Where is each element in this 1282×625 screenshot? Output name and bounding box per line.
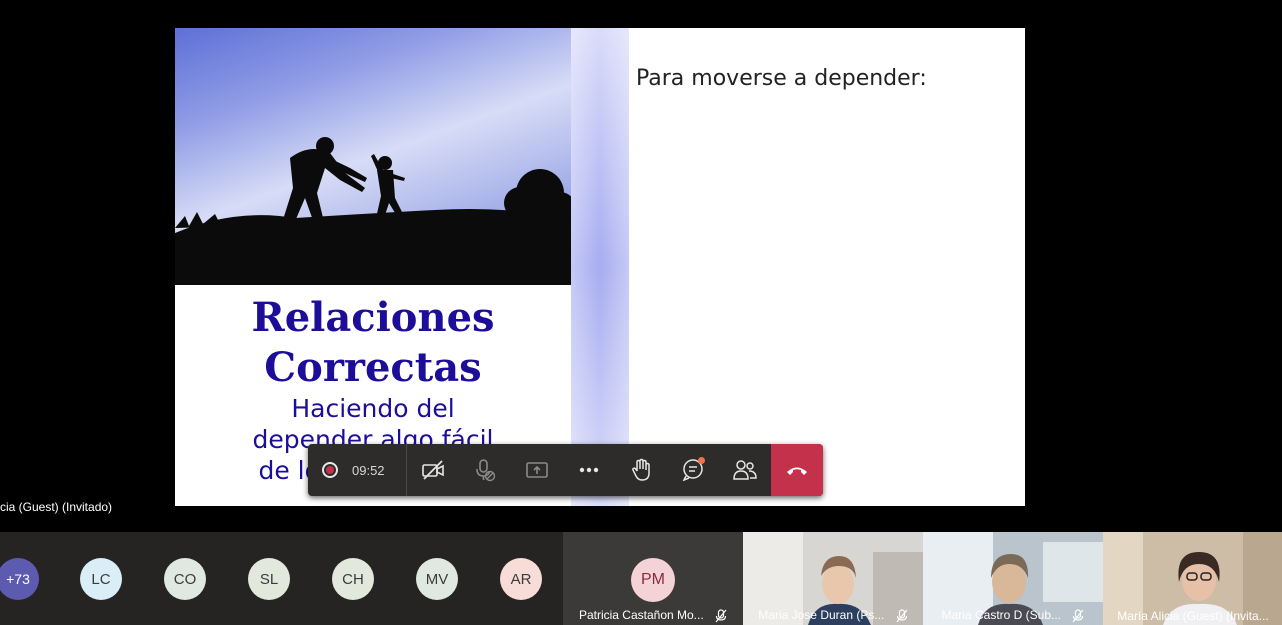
participant-tile-name-row: Maria Jose Duran (Ps... [743, 608, 923, 623]
more-actions-button[interactable] [563, 444, 615, 496]
mic-off-icon [896, 609, 908, 623]
slide-heading: Para moverse a depender: [636, 66, 927, 91]
timer-text: 09:52 [352, 462, 385, 478]
presenter-name-label: cia (Guest) (Invitado) [0, 500, 113, 514]
meeting-timer: 09:52 [308, 444, 407, 496]
raise-hand-button[interactable] [615, 444, 667, 496]
more-participants-button[interactable]: +73 [0, 558, 39, 600]
participant-avatar: PM [631, 558, 675, 602]
mic-off-icon [1072, 609, 1084, 623]
participant-tile-name-row: María Alicia (Guest) (Invita... [1103, 609, 1282, 623]
raise-hand-icon [632, 458, 650, 481]
camera-toggle-button[interactable] [407, 444, 459, 496]
silhouette-image [175, 137, 571, 285]
caption-subtitle-line1: Haciendo del [291, 394, 455, 423]
participant-avatar[interactable]: AR [500, 558, 542, 600]
hang-up-button[interactable] [771, 444, 823, 496]
mic-toggle-button[interactable] [459, 444, 511, 496]
meeting-controls-toolbar: 09:52 [308, 444, 823, 496]
slide-photo [175, 28, 571, 285]
share-screen-icon [526, 462, 548, 478]
participant-avatar[interactable]: CH [332, 558, 374, 600]
participant-avatar[interactable]: CO [164, 558, 206, 600]
mic-off-icon [715, 609, 727, 623]
chat-notification-dot [698, 457, 705, 464]
participant-video-tile[interactable]: María Alicia (Guest) (Invita... [1103, 532, 1282, 625]
participant-name: Maria Jose Duran (Ps... [758, 608, 885, 623]
participant-name: Patricia Castañon Mo... [578, 608, 704, 623]
participant-avatar[interactable]: MV [416, 558, 458, 600]
participant-avatar[interactable]: SL [248, 558, 290, 600]
participant-name: Maria Castro D (Sub... [941, 608, 1062, 623]
caption-title-line2: Correctas [264, 344, 482, 391]
participant-avatar[interactable]: LC [80, 558, 122, 600]
participant-name: María Alicia (Guest) (Invita... [1117, 609, 1269, 623]
caption-title-line1: Relaciones [251, 294, 495, 341]
record-icon [322, 462, 338, 478]
participant-video-tile[interactable]: Maria Jose Duran (Ps... [743, 532, 923, 625]
share-screen-button[interactable] [511, 444, 563, 496]
slide-decorative-band [571, 28, 629, 506]
participant-strip: +73 LC CO SL CH MV AR PM Patricia Castañ… [0, 532, 1282, 625]
participant-tile-pm[interactable]: PM Patricia Castañon Mo... [563, 532, 743, 625]
more-icon [579, 467, 599, 473]
meeting-stage: Relaciones Correctas Haciendo del depend… [0, 0, 1282, 532]
shared-slide: Relaciones Correctas Haciendo del depend… [175, 28, 1025, 506]
chat-button[interactable] [667, 444, 719, 496]
participant-video-tile[interactable]: Maria Castro D (Sub... [923, 532, 1103, 625]
mic-off-icon [476, 459, 496, 482]
participant-tile-name-row: Maria Castro D (Sub... [923, 608, 1103, 623]
camera-off-icon [422, 460, 444, 480]
participants-button[interactable] [719, 444, 771, 496]
participants-icon [733, 460, 757, 480]
participant-tile-name-row: Patricia Castañon Mo... [563, 608, 743, 623]
hang-up-icon [787, 467, 807, 475]
